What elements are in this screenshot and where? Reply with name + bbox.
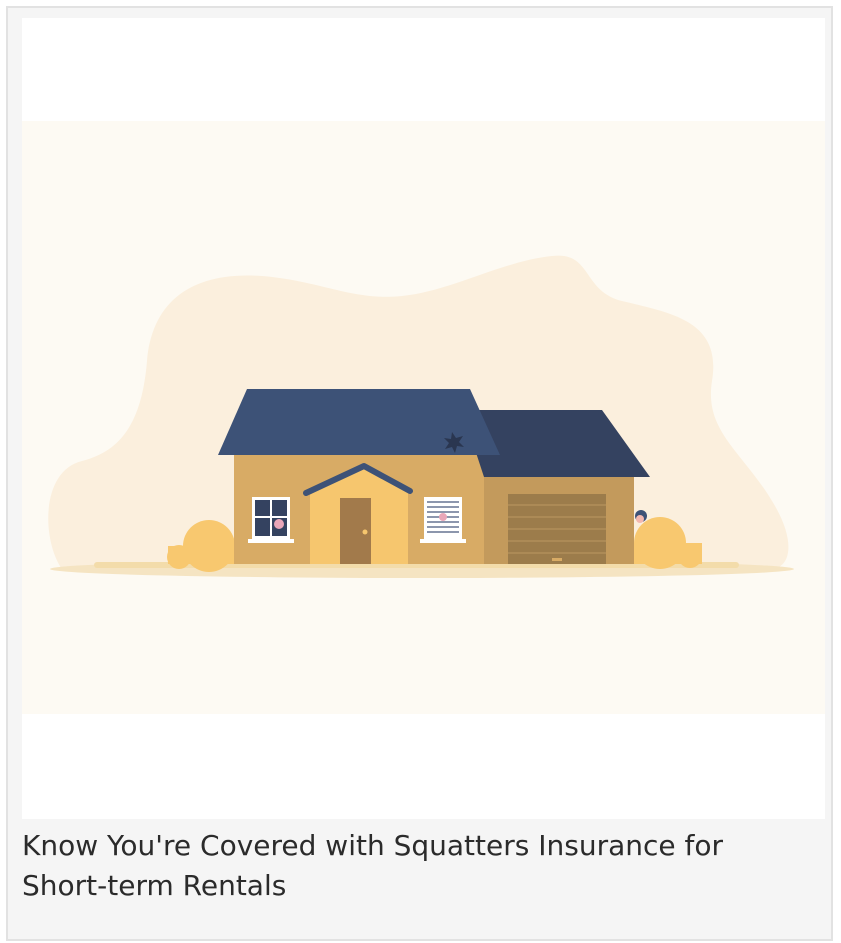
article-card[interactable]: Know You're Covered with Squatters Insur… — [6, 6, 833, 941]
person-behind-blinds — [439, 513, 447, 521]
house-illustration-icon — [22, 121, 825, 714]
article-image[interactable] — [22, 18, 825, 819]
garage-handle — [552, 558, 562, 561]
door-knob — [362, 529, 368, 535]
person-in-window — [274, 519, 284, 529]
article-title[interactable]: Know You're Covered with Squatters Insur… — [22, 826, 812, 906]
